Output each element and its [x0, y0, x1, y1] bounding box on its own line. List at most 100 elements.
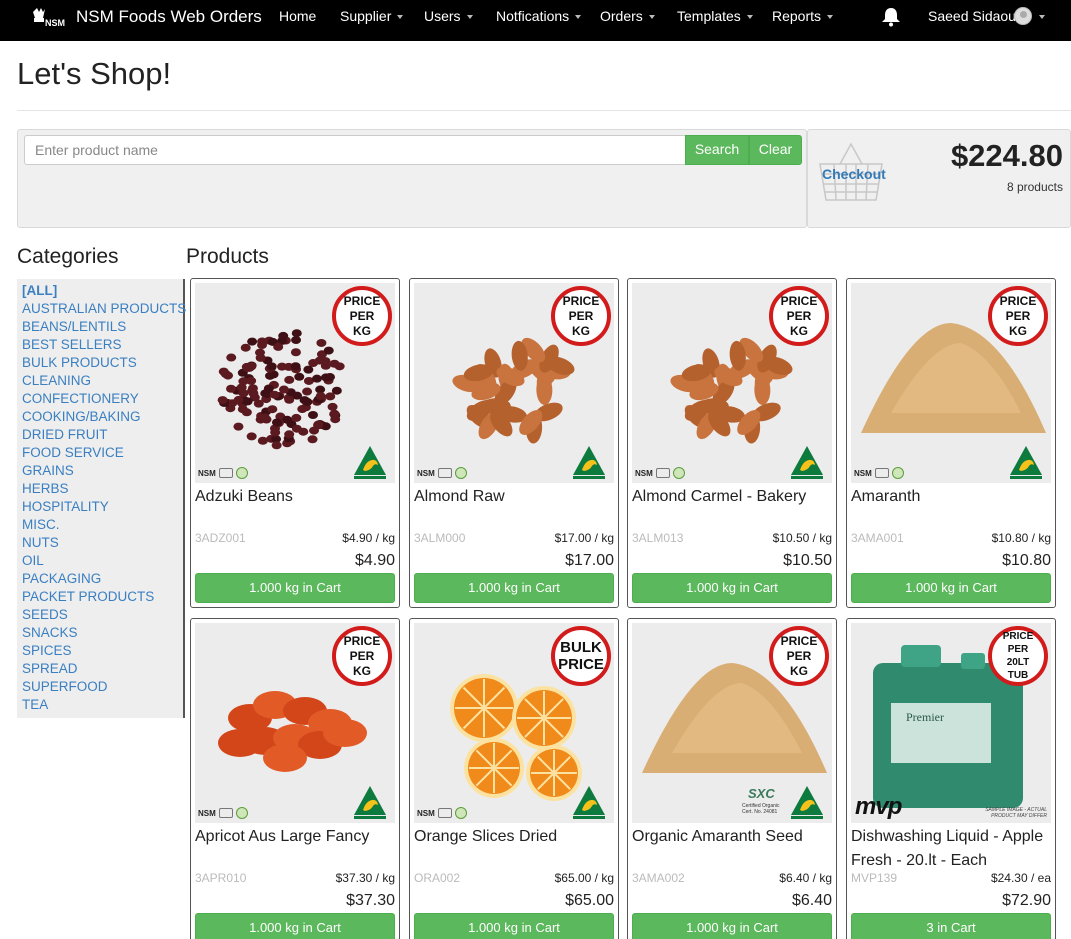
category-item[interactable]: SPICES [22, 642, 183, 660]
in-cart-button[interactable]: 1.000 kg in Cart [414, 913, 614, 939]
adzuki-beans-image[interactable]: PRICE PER KG NSM [195, 283, 395, 483]
product-name[interactable]: Almond Raw [414, 485, 618, 509]
in-cart-button[interactable]: 1.000 kg in Cart [195, 913, 395, 939]
nav-templates[interactable]: Templates [677, 0, 753, 33]
orange-slices-image[interactable]: BULK PRICE NSM [414, 623, 614, 823]
category-item[interactable]: BULK PRODUCTS [22, 354, 183, 372]
badge-text: BULK [560, 639, 602, 656]
avatar[interactable] [1014, 7, 1032, 25]
badge-text: PER [786, 648, 812, 663]
australian-made-icon [791, 446, 823, 479]
product-name[interactable]: Organic Amaranth Seed [632, 825, 836, 849]
cart-summary: Checkout $224.80 8 products [807, 129, 1071, 228]
nsm-mini-logo: NSM [417, 468, 435, 478]
search-button[interactable]: Search [685, 135, 749, 165]
category-item[interactable]: MISC. [22, 516, 183, 534]
certification-logos: NSM [198, 805, 278, 821]
sxc-logo-text: SXC [748, 786, 775, 801]
badge-text: PRICE [1002, 631, 1034, 642]
bell-icon[interactable] [880, 7, 902, 27]
product-name[interactable]: Dishwashing Liquid - Apple Fresh - 20.lt… [851, 825, 1055, 873]
price-badge: PRICE PER KG [551, 286, 611, 346]
category-item[interactable]: [ALL] [22, 282, 183, 300]
sxc-cert-text: Certified Organic Cert. No. 24081 [742, 803, 780, 815]
product-name[interactable]: Adzuki Beans [195, 485, 399, 509]
unit-price: $4.90 / kg [342, 531, 395, 545]
clear-button[interactable]: Clear [749, 135, 802, 165]
product-card: PRICE PER KG NSM Adzuki Beans 3ADZ001 $4.90 / … [190, 278, 400, 608]
amaranth-image[interactable]: PRICE PER KG NSM [851, 283, 1051, 483]
category-item[interactable]: SPREAD [22, 660, 183, 678]
checkout-link[interactable]: Checkout [822, 166, 886, 182]
category-item[interactable]: AUSTRALIAN PRODUCTS [22, 300, 186, 318]
nav-orders[interactable]: Orders [600, 0, 655, 33]
product-code: 3APR010 [195, 871, 247, 885]
dishwashing-tub-image[interactable]: Premier PRICE PER 20LT TUB mvp SAMPLE IMAGE - … [851, 623, 1051, 823]
badge-text: KG [790, 323, 808, 338]
category-item[interactable]: FOOD SERVICE [22, 444, 183, 462]
brand-link[interactable]: NSM NSM Foods Web Orders [30, 0, 262, 33]
category-item[interactable]: BEST SELLERS [22, 336, 183, 354]
badge-text: PRICE [562, 293, 600, 308]
badge-text: PER [1007, 644, 1029, 655]
in-cart-button[interactable]: 1.000 kg in Cart [414, 573, 614, 603]
category-item[interactable]: CLEANING [22, 372, 183, 390]
sample-image-note: SAMPLE IMAGE - ACTUAL PRODUCT MAY DIFFER [985, 807, 1047, 819]
product-name[interactable]: Apricot Aus Large Fancy [195, 825, 399, 849]
nsm-mini-logo: NSM [635, 468, 653, 478]
search-input[interactable] [24, 135, 686, 165]
nav-home-label: Home [279, 8, 317, 24]
category-item[interactable]: NUTS [22, 534, 183, 552]
nav-notifications[interactable]: Notfications [496, 0, 582, 33]
categories-heading: Categories [17, 245, 119, 268]
australian-made-icon [354, 786, 386, 819]
in-cart-button[interactable]: 1.000 kg in Cart [195, 573, 395, 603]
product-card: PRICE PER KG NSM Amaranth 3AMA001 $10.80 / kg $… [846, 278, 1056, 608]
category-item[interactable]: OIL [22, 552, 183, 570]
user-menu[interactable]: Saeed Sidaoui [928, 0, 1019, 33]
category-item[interactable]: HOSPITALITY [22, 498, 183, 516]
apricots-image[interactable]: PRICE PER KG NSM [195, 623, 395, 823]
in-cart-button[interactable]: 1.000 kg in Cart [632, 913, 832, 939]
category-item[interactable]: PACKET PRODUCTS [22, 588, 183, 606]
in-cart-button[interactable]: 3 in Cart [851, 913, 1051, 939]
caret-down-icon [397, 15, 404, 20]
in-cart-button[interactable]: 1.000 kg in Cart [632, 573, 832, 603]
category-item[interactable]: CONFECTIONERY [22, 390, 183, 408]
caret-down-icon [1039, 15, 1045, 20]
nav-supplier[interactable]: Supplier [340, 0, 404, 33]
almonds-image[interactable]: PRICE PER KG NSM [632, 283, 832, 483]
category-item[interactable]: HERBS [22, 480, 183, 498]
nav-reports[interactable]: Reports [772, 0, 834, 33]
product-name[interactable]: Orange Slices Dried [414, 825, 618, 849]
nav-home[interactable]: Home [279, 0, 316, 33]
products-heading: Products [186, 245, 269, 268]
sxc-certified-organic-logo: SXC Certified Organic Cert. No. 24081 [742, 786, 790, 820]
nav-users[interactable]: Users [424, 0, 473, 33]
category-item[interactable]: SEEDS [22, 606, 183, 624]
badge-text: 20LT [1006, 657, 1030, 668]
product-card: PRICE PER KG NSM Almond Raw 3ALM000 $17.00 / k… [409, 278, 619, 608]
category-item[interactable]: BEANS/LENTILS [22, 318, 183, 336]
australian-made-icon [354, 446, 386, 479]
page-title: Let's Shop! [17, 56, 172, 91]
category-item[interactable]: PACKAGING [22, 570, 183, 588]
badge-text: KG [572, 323, 590, 338]
category-item[interactable]: COOKING/BAKING [22, 408, 183, 426]
divider [17, 110, 1071, 111]
amaranth-image[interactable]: PRICE PER KG SXC Certified Organic Cert. No.… [632, 623, 832, 823]
product-name[interactable]: Almond Carmel - Bakery [632, 485, 836, 509]
certification-logos: NSM [635, 465, 715, 481]
in-cart-button[interactable]: 1.000 kg in Cart [851, 573, 1051, 603]
badge-text: PER [349, 308, 375, 323]
user-menu-toggle[interactable] [1033, 0, 1045, 33]
category-item[interactable]: SNACKS [22, 624, 183, 642]
category-item[interactable]: TEA [22, 696, 183, 714]
category-item[interactable]: DRIED FRUIT [22, 426, 183, 444]
product-price: $6.40 [791, 892, 832, 909]
product-price: $37.30 [346, 892, 395, 909]
product-name[interactable]: Amaranth [851, 485, 1055, 509]
category-item[interactable]: GRAINS [22, 462, 183, 480]
almonds-image[interactable]: PRICE PER KG NSM [414, 283, 614, 483]
category-item[interactable]: SUPERFOOD [22, 678, 183, 696]
